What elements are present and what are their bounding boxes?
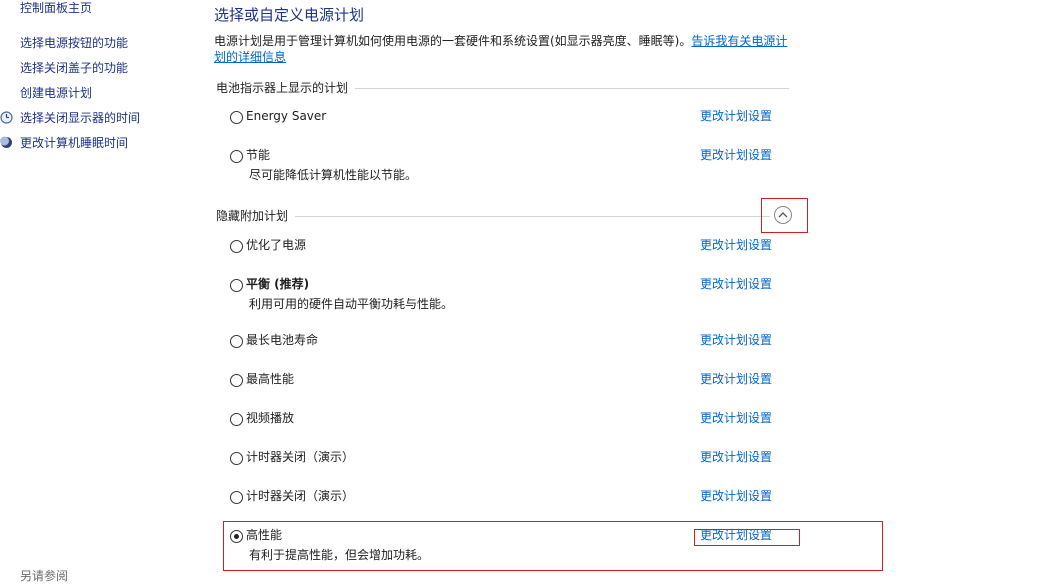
plan-row-optimized: 优化了电源 更改计划设置: [230, 237, 790, 257]
chevron-up-icon: [778, 212, 788, 218]
plan-radio[interactable]: [230, 374, 243, 387]
see-also-heading: 另请参阅: [20, 569, 69, 583]
battery-group-header: 电池指示器上显示的计划: [216, 81, 349, 95]
hidden-group-divider: [295, 216, 770, 217]
plan-name[interactable]: 节能: [246, 147, 270, 163]
change-plan-settings-link[interactable]: 更改计划设置: [700, 410, 772, 426]
plan-radio[interactable]: [230, 413, 243, 426]
plan-radio[interactable]: [230, 240, 243, 253]
change-plan-settings-link[interactable]: 更改计划设置: [700, 527, 772, 543]
nav-link-create-plan[interactable]: 创建电源计划: [20, 85, 92, 101]
nav-link-sleep-time[interactable]: 更改计算机睡眠时间: [20, 135, 128, 151]
plan-row-max-battery: 最长电池寿命 更改计划设置: [230, 332, 790, 352]
plan-name[interactable]: Energy Saver: [246, 108, 326, 124]
change-plan-settings-link[interactable]: 更改计划设置: [700, 371, 772, 387]
nav-link-power-button[interactable]: 选择电源按钮的功能: [20, 35, 128, 51]
change-plan-settings-link[interactable]: 更改计划设置: [700, 332, 772, 348]
hidden-group-header: 隐藏附加计划: [216, 209, 289, 223]
plan-radio-selected[interactable]: [230, 530, 243, 543]
plan-row-video-playback: 视频播放 更改计划设置: [230, 410, 790, 430]
plan-name[interactable]: 最高性能: [246, 371, 294, 387]
nav-link-lid-close[interactable]: 选择关闭盖子的功能: [20, 60, 128, 76]
change-plan-settings-link[interactable]: 更改计划设置: [700, 108, 772, 124]
plan-radio[interactable]: [230, 111, 243, 124]
plan-name[interactable]: 优化了电源: [246, 237, 306, 253]
plan-radio[interactable]: [230, 491, 243, 504]
plan-name[interactable]: 最长电池寿命: [246, 332, 318, 348]
plan-row-energy-saver: Energy Saver 更改计划设置: [230, 108, 790, 128]
plan-row-timers-off-2: 计时器关闭（演示） 更改计划设置: [230, 488, 790, 508]
plan-row-timers-off-1: 计时器关闭（演示） 更改计划设置: [230, 449, 790, 469]
plan-desc: 尽可能降低计算机性能以节能。: [249, 168, 418, 182]
plan-radio[interactable]: [230, 150, 243, 163]
plan-name[interactable]: 高性能: [246, 527, 282, 543]
change-plan-settings-link[interactable]: 更改计划设置: [700, 449, 772, 465]
plan-radio[interactable]: [230, 452, 243, 465]
plan-name[interactable]: 平衡 (推荐): [246, 276, 309, 292]
plan-description-text: 电源计划是用于管理计算机如何使用电源的一套硬件和系统设置(如显示器亮度、睡眠等)…: [214, 34, 692, 48]
change-plan-settings-link[interactable]: 更改计划设置: [700, 488, 772, 504]
plan-row-high-performance: 高性能 有利于提高性能，但会增加功耗。 更改计划设置: [230, 527, 790, 562]
battery-group-divider: [355, 88, 789, 89]
plan-name[interactable]: 计时器关闭（演示）: [246, 488, 354, 504]
plan-radio[interactable]: [230, 279, 243, 292]
clock-icon: [0, 111, 13, 124]
change-plan-settings-link[interactable]: 更改计划设置: [700, 147, 772, 163]
plan-radio[interactable]: [230, 335, 243, 348]
plan-row-balanced: 平衡 (推荐) 利用可用的硬件自动平衡功耗与性能。 更改计划设置: [230, 276, 790, 311]
nav-link-display-off[interactable]: 选择关闭显示器的时间: [20, 110, 140, 126]
change-plan-settings-link[interactable]: 更改计划设置: [700, 237, 772, 253]
control-panel-home-link[interactable]: 控制面板主页: [20, 0, 92, 16]
plan-name[interactable]: 视频播放: [246, 410, 294, 426]
plan-name[interactable]: 计时器关闭（演示）: [246, 449, 354, 465]
plan-description: 电源计划是用于管理计算机如何使用电源的一套硬件和系统设置(如显示器亮度、睡眠等)…: [214, 33, 794, 65]
change-plan-settings-link[interactable]: 更改计划设置: [700, 276, 772, 292]
moon-icon: [0, 136, 12, 148]
plan-desc: 利用可用的硬件自动平衡功耗与性能。: [249, 297, 454, 311]
power-options-window: 控制面板主页 选择电源按钮的功能 选择关闭盖子的功能 创建电源计划 选择关闭显示…: [0, 0, 1051, 585]
plan-row-max-performance: 最高性能 更改计划设置: [230, 371, 790, 391]
collapse-group-button[interactable]: [774, 206, 792, 224]
page-title: 选择或自定义电源计划: [214, 6, 365, 24]
plan-row-power-saver: 节能 尽可能降低计算机性能以节能。 更改计划设置: [230, 147, 790, 182]
plan-desc: 有利于提高性能，但会增加功耗。: [249, 548, 430, 562]
